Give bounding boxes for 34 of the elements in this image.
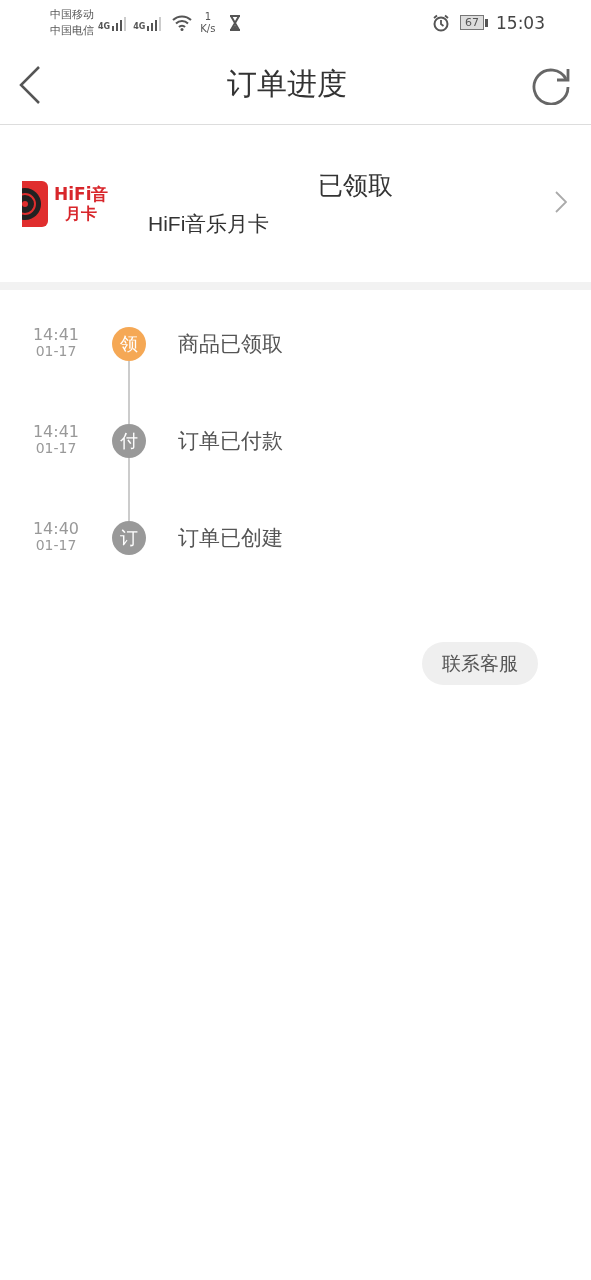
wifi-icon xyxy=(172,14,193,31)
event-label: 订单已创建 xyxy=(178,525,283,552)
event-label: 商品已领取 xyxy=(178,331,283,358)
product-row[interactable]: HiFi音 月卡 已领取 HiFi音乐月卡 xyxy=(0,125,591,282)
logo-text: HiFi音 xyxy=(54,183,109,204)
event-label: 订单已付款 xyxy=(178,428,283,455)
clock-time: 15:03 xyxy=(496,12,545,33)
event-date: 01-17 xyxy=(35,343,77,359)
event-date: 01-17 xyxy=(35,440,77,456)
step-badge: 领 xyxy=(112,327,146,361)
event-date: 01-17 xyxy=(35,537,77,553)
contact-service-button[interactable]: 联系客服 xyxy=(422,642,538,685)
carrier-name: 中国电信 xyxy=(50,22,94,39)
logo-text: 月卡 xyxy=(65,203,98,224)
hourglass-icon xyxy=(229,14,242,31)
speed-value: 1 xyxy=(204,10,212,23)
page-title: 订单进度 xyxy=(226,65,347,103)
event-time: 14:41 xyxy=(32,424,80,440)
back-button[interactable] xyxy=(18,64,42,105)
network-type: 4G xyxy=(98,22,111,31)
event-time: 14:40 xyxy=(32,521,80,537)
speed-unit: K/s xyxy=(200,22,216,35)
chevron-right-icon xyxy=(555,191,567,213)
event-time: 14:41 xyxy=(32,327,80,343)
back-icon xyxy=(18,64,42,105)
order-status: 已领取 xyxy=(318,170,393,202)
alarm-icon xyxy=(432,13,450,32)
step-badge: 订 xyxy=(112,521,146,555)
battery-level: 67 xyxy=(460,15,484,30)
battery-tip-icon xyxy=(485,18,488,27)
carrier-name: 中国移动 xyxy=(50,6,94,23)
product-name: HiFi音乐月卡 xyxy=(148,211,271,237)
step-badge: 付 xyxy=(112,424,146,458)
network-type: 4G xyxy=(133,22,146,31)
